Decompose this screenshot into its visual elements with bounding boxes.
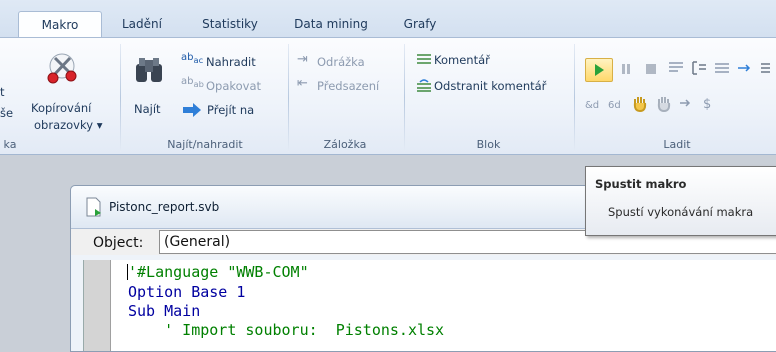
code-gutter — [84, 260, 111, 351]
ribbon-tab-strip: Makro Ladění Statistiky Data mining Graf… — [0, 0, 776, 39]
arrow-step-icon[interactable] — [679, 96, 693, 110]
run-to-cursor-icon[interactable] — [760, 60, 776, 76]
code-line-1: '#Language "WWB-COM" — [128, 263, 309, 281]
tab-statistiky[interactable]: Statistiky — [188, 11, 272, 37]
find-group-label: Najít/nahradit — [167, 138, 243, 151]
copy-screen-label-2: obrazovky ▾ — [34, 118, 103, 132]
quick-watch-icon[interactable]: 6d — [608, 97, 624, 111]
outdent-label: Předsazení — [317, 79, 380, 93]
replace-label: Nahradit — [206, 55, 256, 69]
hand-disabled-icon[interactable] — [655, 94, 673, 112]
play-icon — [595, 64, 604, 76]
editor-file-title: Pistonc_report.svb — [109, 200, 220, 214]
stop-icon[interactable] — [646, 64, 656, 74]
bookmark-group-label: Záložka — [323, 138, 367, 151]
comment-lines-icon — [417, 54, 431, 64]
macro-file-icon — [86, 197, 101, 217]
debug-group-label: Ladit — [663, 138, 691, 151]
step-over-icon[interactable] — [691, 60, 707, 76]
step-next-icon[interactable] — [737, 60, 753, 76]
find-label: Najít — [134, 102, 161, 116]
copy-screen-label-1: Kopírování — [31, 101, 92, 115]
tab-grafy[interactable]: Grafy — [390, 11, 450, 37]
comment-label: Komentář — [434, 53, 490, 67]
dollar-icon[interactable]: $ — [702, 95, 716, 111]
repeat-icon: abab — [181, 76, 204, 89]
scissors-screen-icon — [47, 53, 77, 84]
block-group-label: Blok — [476, 138, 501, 151]
clipped-group-label: ka — [3, 138, 17, 151]
step-into-icon[interactable] — [668, 60, 684, 76]
code-line-4: ' Import souboru: Pistons.xlsx — [128, 321, 445, 339]
object-label: Object: — [93, 235, 144, 251]
svg-text:&d: &d — [585, 100, 599, 111]
outdent-icon: ⇤ — [297, 76, 308, 91]
uncomment-label: Odstranit komentář — [434, 79, 547, 93]
goto-label: Přejít na — [207, 103, 255, 117]
pause-icon[interactable] — [621, 63, 631, 75]
tab-makro[interactable]: Makro — [18, 11, 102, 39]
run-macro-button[interactable] — [585, 58, 613, 82]
hand-icon[interactable] — [631, 94, 649, 112]
code-line-3: Sub Main — [128, 302, 201, 320]
object-select-value: (General) — [164, 234, 231, 250]
step-out-icon[interactable] — [714, 60, 730, 76]
watch-icon[interactable]: &d — [585, 97, 601, 111]
ribbon-panel: t še ka Kopírování obrazovky ▾ Najít aba… — [0, 37, 776, 155]
indent-label: Odrážka — [317, 55, 365, 69]
tooltip-title: Spustit makro — [595, 177, 687, 191]
tooltip-description: Spustí vykonávání makra — [608, 205, 754, 219]
replace-icon: abac — [181, 52, 204, 65]
tab-ladeni[interactable]: Ladění — [112, 11, 172, 37]
binoculars-icon — [136, 58, 162, 82]
indent-icon: ⇥ — [297, 52, 308, 67]
tab-data-mining[interactable]: Data mining — [284, 11, 378, 37]
arrow-right-icon — [183, 103, 201, 117]
svg-text:$: $ — [703, 97, 711, 111]
code-line-2: Option Base 1 — [128, 283, 246, 301]
clipped-label-mid: še — [0, 106, 14, 120]
clipped-label-top: t — [0, 85, 5, 99]
repeat-label: Opakovat — [206, 79, 262, 93]
svg-text:6d: 6d — [608, 100, 621, 111]
run-macro-tooltip: Spustit makro Spustí vykonávání makra — [585, 166, 776, 236]
uncomment-icon — [417, 79, 431, 92]
code-editor[interactable]: '#Language "WWB-COM" Option Base 1 Sub M… — [83, 260, 776, 351]
